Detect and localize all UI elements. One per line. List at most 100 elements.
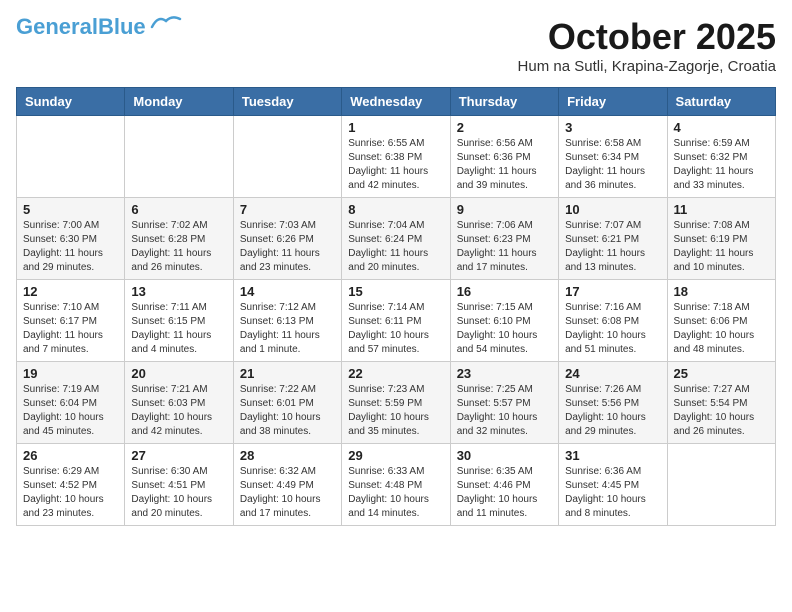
calendar-cell: 9 Sunrise: 7:06 AM Sunset: 6:23 PM Daylig… bbox=[450, 198, 558, 280]
calendar-cell: 8 Sunrise: 7:04 AM Sunset: 6:24 PM Daylig… bbox=[342, 198, 450, 280]
day-number: 9 bbox=[457, 202, 552, 217]
day-of-week-wednesday: Wednesday bbox=[342, 88, 450, 116]
calendar-cell: 3 Sunrise: 6:58 AM Sunset: 6:34 PM Daylig… bbox=[559, 116, 667, 198]
logo-blue: Blue bbox=[98, 14, 146, 39]
calendar-cell: 17 Sunrise: 7:16 AM Sunset: 6:08 PM Dayli… bbox=[559, 280, 667, 362]
day-number: 5 bbox=[23, 202, 118, 217]
day-number: 19 bbox=[23, 366, 118, 381]
calendar-cell: 21 Sunrise: 7:22 AM Sunset: 6:01 PM Dayli… bbox=[233, 362, 341, 444]
day-number: 8 bbox=[348, 202, 443, 217]
week-row-5: 26Sunrise: 6:29 AM Sunset: 4:52 PM Dayli… bbox=[17, 444, 776, 526]
day-info: Sunrise: 7:11 AM Sunset: 6:15 PM Dayligh… bbox=[131, 301, 226, 357]
day-number: 10 bbox=[565, 202, 660, 217]
page-header: GeneralBlue October 2025 Hum na Sutli, K… bbox=[16, 16, 776, 75]
day-number: 24 bbox=[565, 366, 660, 381]
day-info: Sunrise: 6:58 AM Sunset: 6:34 PM Dayligh… bbox=[565, 137, 660, 193]
calendar-cell: 11 Sunrise: 7:08 AM Sunset: 6:19 PM Dayli… bbox=[667, 198, 775, 280]
day-number: 23 bbox=[457, 366, 552, 381]
day-info: Sunrise: 7:16 AM Sunset: 6:08 PM Dayligh… bbox=[565, 301, 660, 357]
calendar-cell: 30Sunrise: 6:35 AM Sunset: 4:46 PM Dayli… bbox=[450, 444, 558, 526]
day-of-week-sunday: Sunday bbox=[17, 88, 125, 116]
calendar-cell: 25Sunrise: 7:27 AM Sunset: 5:54 PM Dayli… bbox=[667, 362, 775, 444]
day-info: Sunrise: 7:25 AM Sunset: 5:57 PM Dayligh… bbox=[457, 383, 552, 439]
month-title: October 2025 bbox=[518, 16, 776, 58]
day-number: 16 bbox=[457, 284, 552, 299]
calendar-cell: 22 Sunrise: 7:23 AM Sunset: 5:59 PM Dayli… bbox=[342, 362, 450, 444]
day-number: 4 bbox=[674, 120, 769, 135]
day-info: Sunrise: 7:14 AM Sunset: 6:11 PM Dayligh… bbox=[348, 301, 443, 357]
day-number: 30 bbox=[457, 448, 552, 463]
week-row-3: 12Sunrise: 7:10 AM Sunset: 6:17 PM Dayli… bbox=[17, 280, 776, 362]
day-of-week-tuesday: Tuesday bbox=[233, 88, 341, 116]
day-of-week-thursday: Thursday bbox=[450, 88, 558, 116]
calendar-cell: 7Sunrise: 7:03 AM Sunset: 6:26 PM Daylig… bbox=[233, 198, 341, 280]
day-info: Sunrise: 6:36 AM Sunset: 4:45 PM Dayligh… bbox=[565, 465, 660, 521]
day-number: 12 bbox=[23, 284, 118, 299]
day-info: Sunrise: 6:30 AM Sunset: 4:51 PM Dayligh… bbox=[131, 465, 226, 521]
day-info: Sunrise: 7:07 AM Sunset: 6:21 PM Dayligh… bbox=[565, 219, 660, 275]
calendar-cell: 15Sunrise: 7:14 AM Sunset: 6:11 PM Dayli… bbox=[342, 280, 450, 362]
day-number: 22 bbox=[348, 366, 443, 381]
day-info: Sunrise: 7:02 AM Sunset: 6:28 PM Dayligh… bbox=[131, 219, 226, 275]
calendar-cell: 28 Sunrise: 6:32 AM Sunset: 4:49 PM Dayli… bbox=[233, 444, 341, 526]
calendar-cell: 26Sunrise: 6:29 AM Sunset: 4:52 PM Dayli… bbox=[17, 444, 125, 526]
day-number: 14 bbox=[240, 284, 335, 299]
day-number: 21 bbox=[240, 366, 335, 381]
day-info: Sunrise: 6:29 AM Sunset: 4:52 PM Dayligh… bbox=[23, 465, 118, 521]
day-of-week-saturday: Saturday bbox=[667, 88, 775, 116]
day-number: 27 bbox=[131, 448, 226, 463]
day-of-week-monday: Monday bbox=[125, 88, 233, 116]
day-info: Sunrise: 7:15 AM Sunset: 6:10 PM Dayligh… bbox=[457, 301, 552, 357]
day-number: 11 bbox=[674, 202, 769, 217]
calendar-cell: 23 Sunrise: 7:25 AM Sunset: 5:57 PM Dayli… bbox=[450, 362, 558, 444]
calendar-cell: 5 Sunrise: 7:00 AM Sunset: 6:30 PM Daylig… bbox=[17, 198, 125, 280]
day-info: Sunrise: 6:59 AM Sunset: 6:32 PM Dayligh… bbox=[674, 137, 769, 193]
day-number: 2 bbox=[457, 120, 552, 135]
day-number: 1 bbox=[348, 120, 443, 135]
day-info: Sunrise: 7:27 AM Sunset: 5:54 PM Dayligh… bbox=[674, 383, 769, 439]
calendar-cell bbox=[17, 116, 125, 198]
day-info: Sunrise: 7:19 AM Sunset: 6:04 PM Dayligh… bbox=[23, 383, 118, 439]
calendar-cell: 24 Sunrise: 7:26 AM Sunset: 5:56 PM Dayli… bbox=[559, 362, 667, 444]
day-number: 17 bbox=[565, 284, 660, 299]
calendar-cell: 16 Sunrise: 7:15 AM Sunset: 6:10 PM Dayli… bbox=[450, 280, 558, 362]
location: Hum na Sutli, Krapina-Zagorje, Croatia bbox=[518, 58, 776, 75]
calendar-cell: 29Sunrise: 6:33 AM Sunset: 4:48 PM Dayli… bbox=[342, 444, 450, 526]
day-info: Sunrise: 7:00 AM Sunset: 6:30 PM Dayligh… bbox=[23, 219, 118, 275]
day-info: Sunrise: 7:26 AM Sunset: 5:56 PM Dayligh… bbox=[565, 383, 660, 439]
day-info: Sunrise: 7:08 AM Sunset: 6:19 PM Dayligh… bbox=[674, 219, 769, 275]
week-row-1: 1Sunrise: 6:55 AM Sunset: 6:38 PM Daylig… bbox=[17, 116, 776, 198]
calendar-table: SundayMondayTuesdayWednesdayThursdayFrid… bbox=[16, 87, 776, 526]
day-info: Sunrise: 7:06 AM Sunset: 6:23 PM Dayligh… bbox=[457, 219, 552, 275]
day-info: Sunrise: 7:04 AM Sunset: 6:24 PM Dayligh… bbox=[348, 219, 443, 275]
calendar-cell: 1Sunrise: 6:55 AM Sunset: 6:38 PM Daylig… bbox=[342, 116, 450, 198]
calendar-cell: 10 Sunrise: 7:07 AM Sunset: 6:21 PM Dayli… bbox=[559, 198, 667, 280]
calendar-cell bbox=[667, 444, 775, 526]
calendar-header-row: SundayMondayTuesdayWednesdayThursdayFrid… bbox=[17, 88, 776, 116]
calendar-cell: 27 Sunrise: 6:30 AM Sunset: 4:51 PM Dayli… bbox=[125, 444, 233, 526]
week-row-2: 5 Sunrise: 7:00 AM Sunset: 6:30 PM Daylig… bbox=[17, 198, 776, 280]
day-info: Sunrise: 6:33 AM Sunset: 4:48 PM Dayligh… bbox=[348, 465, 443, 521]
day-info: Sunrise: 7:23 AM Sunset: 5:59 PM Dayligh… bbox=[348, 383, 443, 439]
day-number: 20 bbox=[131, 366, 226, 381]
day-number: 31 bbox=[565, 448, 660, 463]
day-info: Sunrise: 7:03 AM Sunset: 6:26 PM Dayligh… bbox=[240, 219, 335, 275]
day-number: 3 bbox=[565, 120, 660, 135]
calendar-cell: 20Sunrise: 7:21 AM Sunset: 6:03 PM Dayli… bbox=[125, 362, 233, 444]
week-row-4: 19 Sunrise: 7:19 AM Sunset: 6:04 PM Dayli… bbox=[17, 362, 776, 444]
calendar-cell bbox=[233, 116, 341, 198]
day-info: Sunrise: 7:22 AM Sunset: 6:01 PM Dayligh… bbox=[240, 383, 335, 439]
title-block: October 2025 Hum na Sutli, Krapina-Zagor… bbox=[518, 16, 776, 75]
calendar-cell: 14Sunrise: 7:12 AM Sunset: 6:13 PM Dayli… bbox=[233, 280, 341, 362]
calendar-cell bbox=[125, 116, 233, 198]
calendar-cell: 6Sunrise: 7:02 AM Sunset: 6:28 PM Daylig… bbox=[125, 198, 233, 280]
calendar-cell: 2 Sunrise: 6:56 AM Sunset: 6:36 PM Daylig… bbox=[450, 116, 558, 198]
calendar-cell: 4 Sunrise: 6:59 AM Sunset: 6:32 PM Daylig… bbox=[667, 116, 775, 198]
logo-general: General bbox=[16, 14, 98, 39]
day-number: 13 bbox=[131, 284, 226, 299]
day-number: 18 bbox=[674, 284, 769, 299]
logo-text: GeneralBlue bbox=[16, 16, 146, 38]
day-number: 28 bbox=[240, 448, 335, 463]
day-info: Sunrise: 6:32 AM Sunset: 4:49 PM Dayligh… bbox=[240, 465, 335, 521]
day-info: Sunrise: 6:56 AM Sunset: 6:36 PM Dayligh… bbox=[457, 137, 552, 193]
